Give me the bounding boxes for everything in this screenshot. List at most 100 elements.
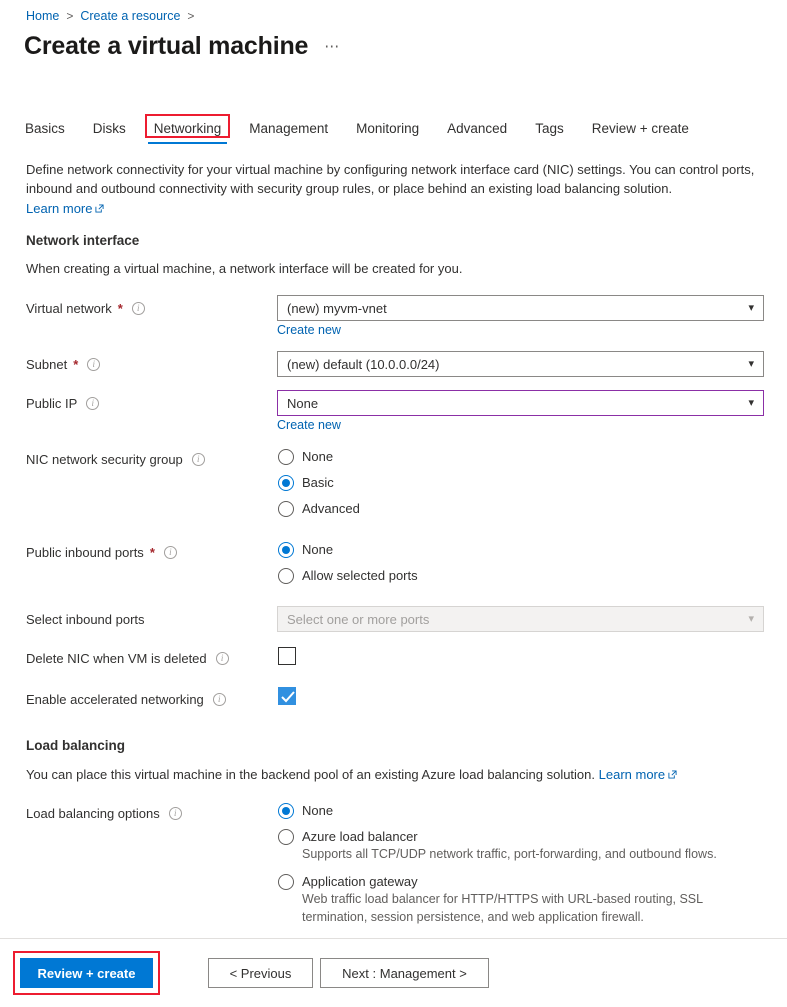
radio-lb-azure-label: Azure load balancer [302, 828, 717, 845]
public-ip-label: Public IP i [26, 396, 99, 411]
more-options-button[interactable]: ⋯ [324, 37, 340, 55]
delete-nic-label-text: Delete NIC when VM is deleted [26, 651, 207, 666]
title-row: Create a virtual machine ⋯ [24, 33, 340, 61]
breadcrumb-separator-icon: > [66, 9, 73, 23]
page-description-line-1: Define network connectivity for your vir… [26, 160, 771, 179]
tab-review-create-label: Review + create [592, 121, 689, 136]
tab-tags[interactable]: Tags [521, 118, 578, 144]
tab-networking-label: Networking [154, 121, 222, 136]
page-description: Define network connectivity for your vir… [26, 160, 771, 218]
tab-advanced[interactable]: Advanced [433, 118, 521, 144]
info-icon-load-balancing-options[interactable]: i [169, 807, 182, 820]
tab-management[interactable]: Management [235, 118, 342, 144]
tab-monitoring[interactable]: Monitoring [342, 118, 433, 144]
tab-disks[interactable]: Disks [79, 118, 140, 144]
nic-nsg-option-basic[interactable]: Basic [278, 474, 334, 491]
radio-nic-nsg-none[interactable] [278, 449, 294, 465]
info-icon-public-inbound-ports[interactable]: i [164, 546, 177, 559]
radio-lb-none-label: None [302, 802, 333, 819]
info-icon-delete-nic[interactable]: i [216, 652, 229, 665]
radio-lb-appgw-label: Application gateway [302, 873, 703, 890]
learn-more-link[interactable]: Learn more [26, 201, 92, 216]
footer-bar: Review + create < Previous Next : Manage… [0, 939, 787, 1007]
radio-lb-azure[interactable] [278, 829, 294, 845]
subnet-value: (new) default (10.0.0.0/24) [287, 357, 439, 372]
network-interface-subtext: When creating a virtual machine, a netwo… [26, 260, 462, 278]
tab-disks-label: Disks [93, 121, 126, 136]
tab-networking[interactable]: Networking [140, 118, 236, 144]
radio-lb-azure-text-block: Azure load balancer Supports all TCP/UDP… [302, 828, 717, 863]
info-icon-virtual-network[interactable]: i [132, 302, 145, 315]
public-inbound-ports-option-none[interactable]: None [278, 541, 333, 558]
public-ip-create-new-link[interactable]: Create new [277, 418, 341, 432]
tab-review-create[interactable]: Review + create [578, 118, 703, 144]
previous-button[interactable]: < Previous [208, 958, 313, 988]
breadcrumb-item-create-a-resource[interactable]: Create a resource [80, 9, 180, 23]
review-create-button[interactable]: Review + create [20, 958, 153, 988]
checkbox-delete-nic[interactable] [278, 647, 296, 665]
next-management-button[interactable]: Next : Management > [320, 958, 489, 988]
accelerated-networking-label: Enable accelerated networkingi [26, 692, 226, 707]
public-ip-dropdown[interactable]: None ▾ [277, 390, 764, 416]
external-link-icon [95, 199, 104, 208]
public-inbound-ports-label-text: Public inbound ports [26, 545, 144, 560]
tab-basics[interactable]: Basics [25, 118, 79, 144]
info-icon-nic-nsg[interactable]: i [192, 453, 205, 466]
subnet-label: Subnet * i [26, 357, 100, 372]
public-inbound-ports-label: Public inbound ports*i [26, 545, 177, 560]
subnet-dropdown[interactable]: (new) default (10.0.0.0/24) ▾ [277, 351, 764, 377]
radio-nic-nsg-basic[interactable] [278, 475, 294, 491]
select-inbound-ports-placeholder: Select one or more ports [287, 612, 429, 627]
tab-advanced-label: Advanced [447, 121, 507, 136]
radio-lb-appgw-desc-line-2: termination, session persistence, and we… [302, 909, 703, 926]
info-icon-accelerated-networking[interactable]: i [213, 693, 226, 706]
radio-lb-appgw[interactable] [278, 874, 294, 890]
public-ip-label-text: Public IP [26, 396, 77, 411]
checkbox-accelerated-networking[interactable] [278, 687, 296, 705]
info-icon-subnet[interactable]: i [87, 358, 100, 371]
radio-lb-none[interactable] [278, 803, 294, 819]
nic-nsg-label-text: NIC network security group [26, 452, 183, 467]
radio-inbound-none[interactable] [278, 542, 294, 558]
radio-lb-azure-desc: Supports all TCP/UDP network traffic, po… [302, 846, 717, 863]
external-link-icon-load-balancing [668, 766, 677, 775]
breadcrumb-separator-icon-2: > [187, 9, 194, 23]
load-balancing-option-azure-lb[interactable]: Azure load balancer Supports all TCP/UDP… [278, 828, 717, 863]
load-balancing-learn-more-link[interactable]: Learn more [599, 767, 665, 782]
tab-basics-label: Basics [25, 121, 65, 136]
subnet-label-text: Subnet [26, 357, 67, 372]
tab-monitoring-label: Monitoring [356, 121, 419, 136]
network-interface-heading: Network interface [26, 233, 139, 248]
wizard-tabs: Basics Disks Networking Management Monit… [25, 118, 703, 144]
virtual-network-create-new-link[interactable]: Create new [277, 323, 341, 337]
select-inbound-ports-label-text: Select inbound ports [26, 612, 145, 627]
radio-inbound-allow-selected[interactable] [278, 568, 294, 584]
check-icon [281, 691, 295, 703]
page-description-line-2: inbound and outbound connectivity with s… [26, 179, 771, 198]
public-inbound-ports-option-allow-selected[interactable]: Allow selected ports [278, 567, 418, 584]
chevron-down-icon-select-inbound-ports: ▾ [748, 614, 754, 625]
subnet-required-marker: * [73, 357, 78, 372]
info-icon-public-ip[interactable]: i [86, 397, 99, 410]
breadcrumb-item-home[interactable]: Home [26, 9, 59, 23]
nic-nsg-option-advanced[interactable]: Advanced [278, 500, 360, 517]
select-inbound-ports-dropdown: Select one or more ports ▾ [277, 606, 764, 632]
tab-tags-label: Tags [535, 121, 564, 136]
delete-nic-label: Delete NIC when VM is deleted i [26, 651, 229, 666]
virtual-network-dropdown[interactable]: (new) myvm-vnet ▾ [277, 295, 764, 321]
radio-inbound-none-label: None [302, 541, 333, 558]
virtual-network-required-marker: * [118, 301, 123, 316]
radio-nic-nsg-advanced[interactable] [278, 501, 294, 517]
radio-nic-nsg-basic-label: Basic [302, 474, 334, 491]
public-ip-value: None [287, 396, 318, 411]
load-balancing-option-none[interactable]: None [278, 802, 333, 819]
radio-nic-nsg-none-label: None [302, 448, 333, 465]
load-balancing-option-app-gateway[interactable]: Application gateway Web traffic load bal… [278, 873, 703, 926]
nic-nsg-option-none[interactable]: None [278, 448, 333, 465]
radio-lb-appgw-text-block: Application gateway Web traffic load bal… [302, 873, 703, 926]
nic-nsg-label: NIC network security group i [26, 452, 205, 467]
breadcrumb: Home > Create a resource > [26, 9, 194, 23]
load-balancing-options-label: Load balancing optionsi [26, 806, 182, 821]
load-balancing-heading: Load balancing [26, 738, 125, 753]
tab-active-underline [148, 142, 228, 145]
